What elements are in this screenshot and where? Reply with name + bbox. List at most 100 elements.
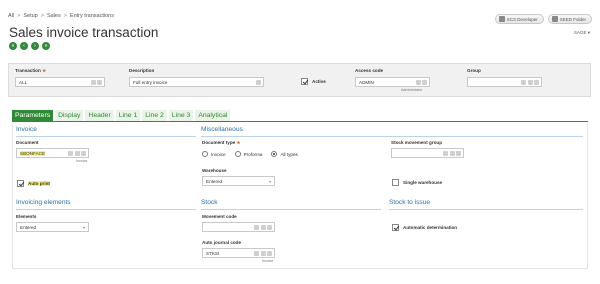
access-code-description: Administrator bbox=[401, 88, 423, 92]
developer-button[interactable]: SCS Developer bbox=[494, 14, 544, 24]
document-label: Document bbox=[16, 140, 39, 145]
radio-label-proforma: Proforma bbox=[243, 151, 263, 157]
transaction-field[interactable]: ALL bbox=[15, 77, 105, 87]
folder-label: SEED Folder bbox=[559, 16, 586, 22]
description-value: Full entry invoice bbox=[133, 80, 168, 85]
translate-icon[interactable] bbox=[256, 80, 261, 85]
checkbox-checked-icon bbox=[392, 224, 399, 231]
single-warehouse-checkbox[interactable]: Single warehouse bbox=[392, 179, 442, 186]
auto-journal-code-field[interactable]: STKSI bbox=[202, 248, 275, 258]
tab-line-2[interactable]: Line 2 bbox=[142, 110, 167, 121]
radio-unselected-icon bbox=[202, 151, 208, 157]
tab-line-1[interactable]: Line 1 bbox=[115, 110, 141, 121]
last-record-icon[interactable]: » bbox=[42, 42, 50, 50]
breadcrumb-separator: > bbox=[40, 13, 44, 19]
active-checkbox[interactable]: Active bbox=[301, 78, 326, 85]
wrench-icon bbox=[498, 16, 505, 22]
auto-print-label: Auto print bbox=[28, 181, 50, 186]
automatic-determination-label: Automatic determination bbox=[403, 225, 458, 230]
section-title-stock: Stock bbox=[201, 199, 218, 206]
elements-label: Elements bbox=[16, 214, 37, 219]
field-action-icons bbox=[90, 80, 102, 85]
tab-analytical[interactable]: Analytical bbox=[195, 110, 231, 121]
checkbox-unchecked-icon bbox=[392, 179, 399, 186]
previous-record-icon[interactable]: ‹ bbox=[20, 42, 28, 50]
auto-print-checkbox[interactable]: Auto print bbox=[17, 180, 50, 187]
chevron-down-icon: ▾ bbox=[82, 225, 85, 230]
group-label: Group bbox=[467, 68, 481, 73]
section-divider bbox=[201, 209, 381, 210]
radio-label-all-types: All types bbox=[280, 151, 298, 157]
group-field[interactable] bbox=[467, 77, 542, 87]
field-action-icons bbox=[256, 80, 261, 85]
section-divider bbox=[16, 136, 196, 137]
description-field[interactable]: Full entry invoice bbox=[129, 77, 264, 87]
search-icon[interactable] bbox=[68, 151, 73, 156]
automatic-determination-checkbox[interactable]: Automatic determination bbox=[392, 224, 457, 231]
tab-parameters[interactable]: Parameters bbox=[12, 110, 54, 121]
detail-icon[interactable] bbox=[456, 151, 461, 156]
folder-icon bbox=[551, 16, 558, 22]
document-type-label-text: Document type bbox=[202, 140, 236, 145]
field-action-icons bbox=[415, 80, 427, 85]
search-icon[interactable] bbox=[254, 251, 259, 256]
document-type-label: Document type ★ bbox=[202, 140, 241, 146]
next-record-icon[interactable]: › bbox=[31, 42, 39, 50]
document-type-radio-group: Invoice Proforma All types bbox=[202, 151, 298, 157]
list-icon[interactable] bbox=[74, 151, 80, 156]
access-code-label: Access code bbox=[355, 68, 384, 73]
field-action-icons bbox=[254, 251, 272, 256]
chevron-down-icon: ▾ bbox=[268, 179, 271, 184]
folder-button[interactable]: SEED Folder bbox=[547, 14, 592, 24]
auto-journal-code-label: Auto journal code bbox=[202, 240, 242, 245]
radio-invoice[interactable]: Invoice bbox=[202, 151, 226, 157]
record-navigation: « ‹ › » bbox=[9, 42, 50, 50]
folder-selector[interactable]: SAGE ▾ bbox=[574, 30, 590, 36]
tab-display[interactable]: Display bbox=[55, 110, 84, 121]
section-divider bbox=[16, 209, 196, 210]
tab-underline bbox=[12, 121, 588, 122]
access-code-field[interactable]: ADMIN bbox=[355, 77, 430, 87]
tab-header[interactable]: Header bbox=[85, 110, 114, 121]
elements-select[interactable]: Entered ▾ bbox=[16, 222, 89, 232]
field-action-icons bbox=[521, 80, 539, 85]
stock-movement-group-field[interactable] bbox=[391, 148, 464, 158]
list-icon[interactable] bbox=[97, 80, 102, 85]
breadcrumb-item-sales[interactable]: Sales bbox=[47, 13, 61, 19]
detail-icon[interactable] bbox=[267, 251, 272, 256]
radio-all-types[interactable]: All types bbox=[271, 151, 298, 157]
detail-icon[interactable] bbox=[81, 151, 86, 156]
elements-value: Entered bbox=[20, 225, 37, 230]
tab-bar: Parameters Display Header Line 1 Line 2 … bbox=[12, 110, 231, 121]
search-icon[interactable] bbox=[415, 80, 421, 85]
breadcrumb-item-all[interactable]: All bbox=[8, 13, 14, 19]
list-icon[interactable] bbox=[422, 80, 427, 85]
radio-selected-icon bbox=[271, 151, 278, 157]
document-field[interactable]: SBONFACE bbox=[16, 148, 89, 158]
field-action-icons bbox=[68, 151, 86, 156]
detail-icon[interactable] bbox=[534, 80, 539, 85]
breadcrumb-separator: > bbox=[63, 13, 67, 19]
section-title-invoicing-elements: Invoicing elements bbox=[16, 199, 71, 206]
breadcrumb-item-setup[interactable]: Setup bbox=[23, 13, 37, 19]
list-icon[interactable] bbox=[260, 225, 266, 230]
search-icon[interactable] bbox=[90, 80, 96, 85]
auto-journal-code-value: STKSI bbox=[206, 251, 220, 256]
warehouse-select[interactable]: Entered ▾ bbox=[202, 176, 275, 186]
search-icon[interactable] bbox=[521, 80, 526, 85]
section-divider bbox=[201, 136, 583, 137]
first-record-icon[interactable]: « bbox=[9, 42, 17, 50]
detail-icon[interactable] bbox=[267, 225, 272, 230]
list-icon[interactable] bbox=[260, 251, 266, 256]
breadcrumb-item-entry-transactions[interactable]: Entry transactions bbox=[70, 13, 114, 19]
list-icon[interactable] bbox=[449, 151, 455, 156]
movement-code-field[interactable] bbox=[202, 222, 275, 232]
list-icon[interactable] bbox=[527, 80, 533, 85]
tab-line-3[interactable]: Line 3 bbox=[168, 110, 194, 121]
radio-proforma[interactable]: Proforma bbox=[234, 151, 263, 157]
description-label: Description bbox=[129, 68, 155, 73]
stock-movement-group-label: Stock movement group bbox=[391, 140, 443, 145]
page-title: Sales invoice transaction bbox=[9, 25, 159, 40]
search-icon[interactable] bbox=[443, 151, 448, 156]
search-icon[interactable] bbox=[254, 225, 259, 230]
